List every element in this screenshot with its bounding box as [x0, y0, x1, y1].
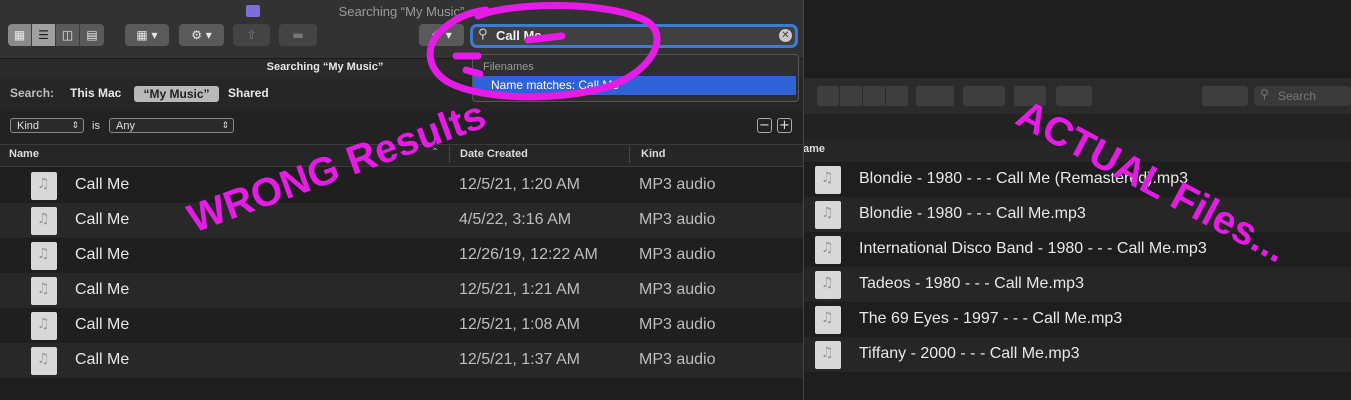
share-icon: ⇧ — [246, 28, 257, 42]
result-name: Call Me — [75, 351, 130, 368]
background-toolbar: ⚲ Search — [800, 78, 1351, 114]
result-date: 12/5/21, 1:37 AM — [459, 351, 580, 368]
mp3-file-icon — [31, 172, 57, 200]
result-kind: MP3 audio — [639, 211, 716, 228]
mp3-file-icon — [815, 306, 841, 334]
mp3-file-icon — [31, 242, 57, 270]
table-row[interactable]: Call Me 12/26/19, 12:22 AM MP3 audio — [0, 238, 803, 273]
clear-search-icon[interactable]: ✕ — [779, 29, 792, 42]
result-kind: MP3 audio — [639, 246, 716, 263]
result-date: 12/26/19, 12:22 AM — [459, 246, 598, 263]
list-icon: ☰ — [38, 28, 49, 42]
remove-criteria-button[interactable]: − — [757, 118, 772, 133]
gallery-view-button[interactable]: ▤ — [80, 24, 104, 46]
column-view-button[interactable]: ◫ — [56, 24, 80, 46]
bg-file-row[interactable]: Tadeos - 1980 - - - Call Me.mp3 — [800, 267, 1351, 302]
result-name: Call Me — [75, 211, 130, 228]
table-row[interactable]: Call Me 12/5/21, 1:37 AM MP3 audio — [0, 343, 803, 378]
bg-icon-view-button[interactable] — [817, 86, 839, 106]
result-name: Call Me — [75, 246, 130, 263]
scope-my-music[interactable]: “My Music” — [134, 86, 219, 102]
icon-view-button[interactable]: ▦ — [8, 24, 32, 46]
share-button[interactable]: ⇧ — [233, 24, 270, 46]
result-date: 12/5/21, 1:20 AM — [459, 176, 580, 193]
scope-this-mac[interactable]: This Mac — [70, 86, 121, 100]
table-row[interactable]: Call Me 12/5/21, 1:20 AM MP3 audio — [0, 168, 803, 203]
scope-label: Search: — [10, 86, 55, 100]
mp3-file-icon — [31, 347, 57, 375]
bg-column-name[interactable]: ame — [803, 143, 825, 155]
popup-arrows-icon: ⇕ — [71, 121, 79, 131]
bg-file-name: The 69 Eyes - 1997 - - - Call Me.mp3 — [859, 310, 1123, 327]
bg-list-view-button[interactable] — [840, 86, 862, 106]
tag-button[interactable]: ▬ — [279, 24, 317, 46]
result-kind: MP3 audio — [639, 281, 716, 298]
gallery-icon: ▤ — [86, 28, 98, 42]
mp3-file-icon — [815, 166, 841, 194]
bg-tag-button[interactable] — [1056, 86, 1092, 106]
column-header-name[interactable]: Name — [9, 148, 39, 160]
bg-file-row[interactable]: The 69 Eyes - 1997 - - - Call Me.mp3 — [800, 302, 1351, 337]
mp3-file-icon — [815, 236, 841, 264]
result-name: Call Me — [75, 316, 130, 333]
table-row[interactable]: Call Me 12/5/21, 1:21 AM MP3 audio — [0, 273, 803, 308]
highlight-circle-annotation — [426, 2, 661, 101]
column-divider[interactable] — [629, 146, 630, 163]
table-row[interactable]: Call Me 12/5/21, 1:08 AM MP3 audio — [0, 308, 803, 343]
add-criteria-button[interactable]: + — [777, 118, 792, 133]
bg-search-field[interactable]: ⚲ Search — [1254, 86, 1351, 106]
bg-file-name: Tiffany - 2000 - - - Call Me.mp3 — [859, 345, 1080, 362]
result-date: 12/5/21, 1:21 AM — [459, 281, 580, 298]
mp3-file-icon — [31, 277, 57, 305]
action-button[interactable]: ⚙ ▾ — [179, 24, 224, 46]
result-kind: MP3 audio — [639, 316, 716, 333]
criteria-value-popup[interactable]: Any ⇕ — [109, 118, 234, 133]
group-grid-icon: ▦ ▾ — [136, 28, 158, 42]
bg-action-button[interactable] — [963, 86, 1005, 106]
result-date: 4/5/22, 3:16 AM — [459, 211, 572, 228]
bg-file-name: Blondie - 1980 - - - Call Me.mp3 — [859, 205, 1086, 222]
bg-column-view-button[interactable] — [863, 86, 885, 106]
list-view-button[interactable]: ☰ — [32, 24, 56, 46]
bg-group-button[interactable] — [916, 86, 954, 106]
criteria-value-text: Any — [116, 120, 135, 132]
result-name: Call Me — [75, 176, 130, 193]
result-date: 12/5/21, 1:08 AM — [459, 316, 580, 333]
bg-file-row[interactable]: Tiffany - 2000 - - - Call Me.mp3 — [800, 337, 1351, 372]
mp3-file-icon — [31, 207, 57, 235]
mp3-file-icon — [31, 312, 57, 340]
group-by-button[interactable]: ▦ ▾ — [125, 24, 169, 46]
column-header-kind[interactable]: Kind — [641, 148, 665, 160]
criteria-operator: is — [92, 120, 100, 132]
scope-shared[interactable]: Shared — [228, 86, 269, 100]
gear-icon: ⚙ ▾ — [191, 28, 212, 42]
window-title: Searching “My Music” — [338, 4, 465, 19]
result-kind: MP3 audio — [639, 176, 716, 193]
result-name: Call Me — [75, 281, 130, 298]
column-header-date-created[interactable]: Date Created — [460, 148, 528, 160]
tag-icon: ▬ — [292, 28, 304, 42]
bg-search-placeholder: Search — [1278, 89, 1317, 103]
bg-file-name: Tadeos - 1980 - - - Call Me.mp3 — [859, 275, 1084, 292]
result-kind: MP3 audio — [639, 351, 716, 368]
bg-search-icon: ⚲ — [1260, 87, 1269, 101]
mp3-file-icon — [815, 201, 841, 229]
icon-grid-icon: ▦ — [13, 28, 26, 42]
bg-gallery-view-button[interactable] — [886, 86, 908, 106]
criteria-attribute-value: Kind — [17, 120, 40, 132]
bg-dropbox-button[interactable] — [1202, 86, 1248, 106]
criteria-attribute-popup[interactable]: Kind ⇕ — [10, 118, 84, 133]
table-row[interactable]: Call Me 4/5/22, 3:16 AM MP3 audio — [0, 203, 803, 238]
mp3-file-icon — [815, 341, 841, 369]
mp3-file-icon — [815, 271, 841, 299]
popup-arrows-icon: ⇕ — [221, 121, 229, 131]
columns-icon: ◫ — [61, 28, 74, 42]
bg-file-name: International Disco Band - 1980 - - - Ca… — [859, 240, 1207, 257]
